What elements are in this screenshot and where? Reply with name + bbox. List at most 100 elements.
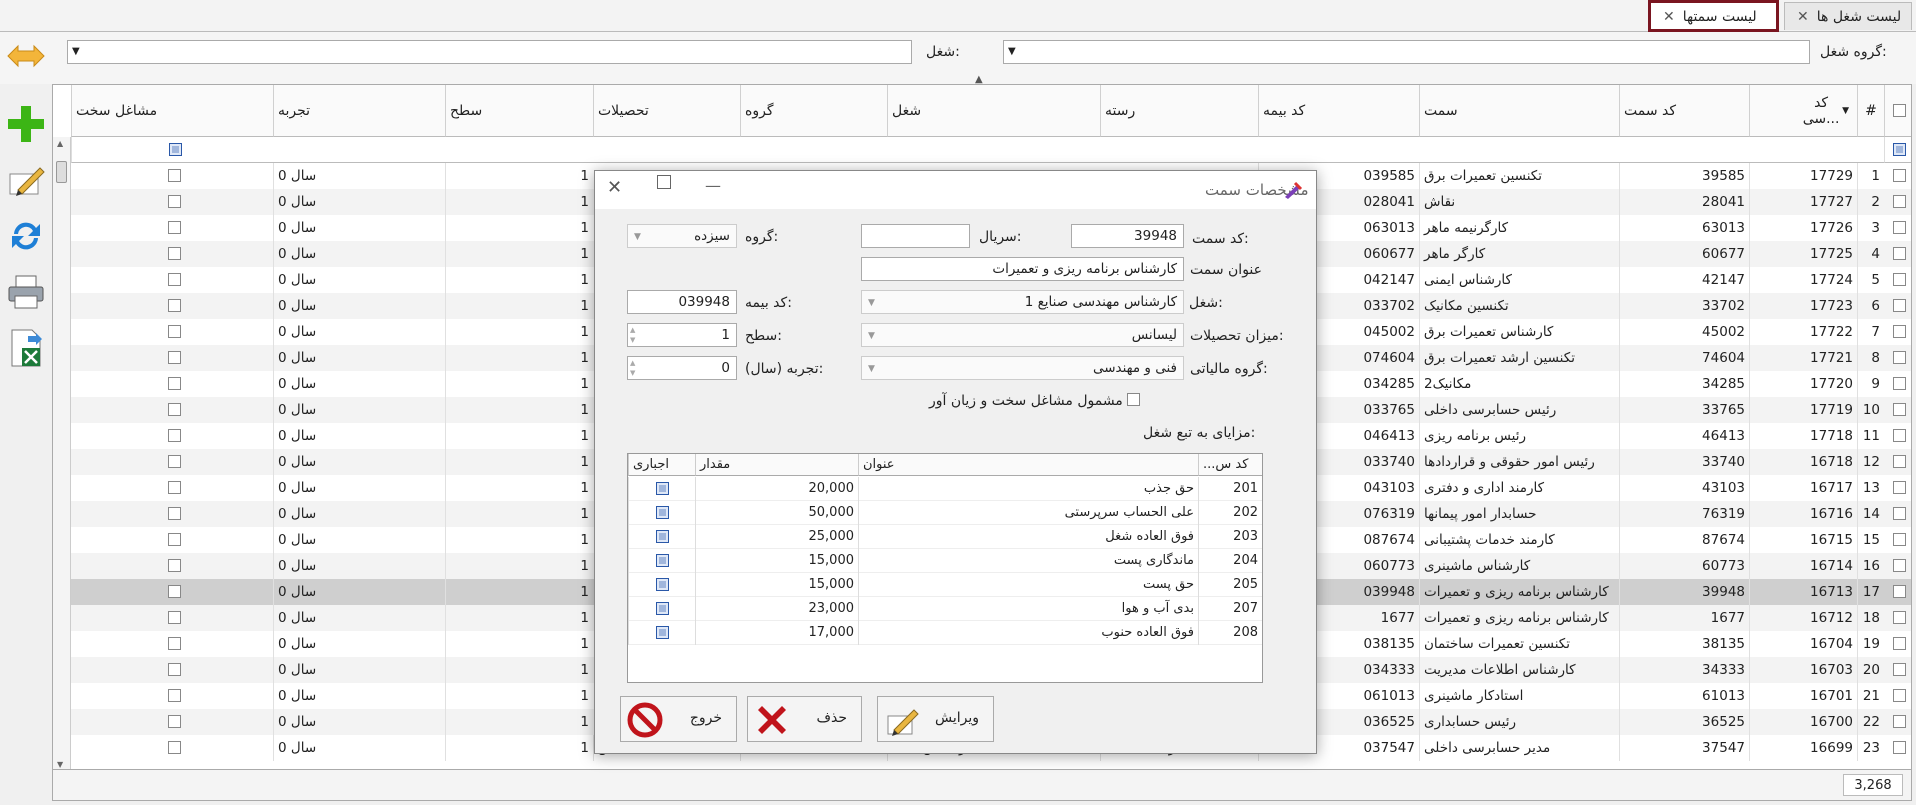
group-select[interactable]: ▼ سیزده [627, 224, 737, 248]
row-select-checkbox[interactable] [1893, 637, 1906, 650]
title-field[interactable]: کارشناس برنامه ریزی و تعمیرات [861, 257, 1184, 281]
col-hard-jobs[interactable]: مشاغل سخت [71, 85, 273, 137]
close-icon[interactable]: ✕ [607, 177, 622, 198]
mandatory-checkbox[interactable] [656, 554, 669, 567]
row-select-checkbox[interactable] [1893, 299, 1906, 312]
benefit-row[interactable]: 207 بدی آب و هوا 23,000 [628, 597, 1262, 621]
row-select-checkbox[interactable] [1893, 741, 1906, 754]
row-select-checkbox[interactable] [1893, 429, 1906, 442]
row-select-checkbox[interactable] [1893, 273, 1906, 286]
mandatory-checkbox[interactable] [656, 626, 669, 639]
row-select-checkbox[interactable] [1893, 377, 1906, 390]
hard-job-checkbox[interactable] [168, 715, 181, 728]
col-category[interactable]: رسته [1100, 85, 1258, 137]
hard-job-checkbox[interactable] [168, 585, 181, 598]
swap-button[interactable] [6, 36, 46, 76]
hard-job-checkbox[interactable] [168, 429, 181, 442]
delete-button[interactable]: حذف [747, 696, 862, 742]
hard-job-checkbox[interactable] [168, 559, 181, 572]
benefit-row[interactable]: 202 علی الحساب سرپرستی 50,000 [628, 501, 1262, 525]
bcol-amount[interactable]: مقدار [695, 454, 858, 476]
benefit-row[interactable]: 208 فوق العاده حنوب 17,000 [628, 621, 1262, 645]
mandatory-checkbox[interactable] [656, 506, 669, 519]
row-select-checkbox[interactable] [1893, 533, 1906, 546]
col-sys-code[interactable]: کد سی... ▼ [1749, 85, 1857, 137]
close-icon[interactable]: ✕ [1797, 9, 1809, 25]
hard-job-checkbox[interactable] [168, 299, 181, 312]
benefit-row[interactable]: 203 فوق العاده شغل 25,000 [628, 525, 1262, 549]
col-job[interactable]: شغل [887, 85, 1100, 137]
col-position[interactable]: سمت [1419, 85, 1619, 137]
row-select-checkbox[interactable] [1893, 559, 1906, 572]
col-num[interactable]: # [1857, 85, 1884, 137]
hard-job-checkbox[interactable] [168, 221, 181, 234]
spin-arrows-icon[interactable]: ▲ ▼ [630, 325, 635, 345]
hard-job-checkbox[interactable] [168, 507, 181, 520]
row-select-checkbox[interactable] [1893, 195, 1906, 208]
row-select-checkbox[interactable] [1893, 481, 1906, 494]
col-insurance-code[interactable]: کد بیمه [1258, 85, 1419, 137]
level-stepper[interactable]: ▲ ▼ 1 [627, 323, 737, 347]
col-group[interactable]: گروه [740, 85, 887, 137]
filter-checkbox[interactable] [1893, 143, 1906, 156]
row-select-checkbox[interactable] [1893, 507, 1906, 520]
scroll-down-icon[interactable]: ▼ [57, 760, 63, 769]
exit-button[interactable]: خروج [620, 696, 737, 742]
edit-button[interactable]: ویرایش [877, 696, 994, 742]
hard-job-checkbox[interactable] [168, 663, 181, 676]
row-select-checkbox[interactable] [1893, 611, 1906, 624]
row-select-checkbox[interactable] [1893, 221, 1906, 234]
row-select-checkbox[interactable] [1893, 247, 1906, 260]
print-button[interactable] [6, 272, 46, 312]
col-position-code[interactable]: کد سمت [1619, 85, 1749, 137]
row-select-checkbox[interactable] [1893, 689, 1906, 702]
row-select-checkbox[interactable] [1893, 351, 1906, 364]
experience-stepper[interactable]: ▲ ▼ 0 [627, 356, 737, 380]
bcol-mandatory[interactable]: اجباری [628, 454, 695, 476]
row-select-checkbox[interactable] [1893, 403, 1906, 416]
bcol-code[interactable]: ...کد س [1198, 454, 1262, 476]
row-select-checkbox[interactable] [1893, 585, 1906, 598]
benefit-row[interactable]: 201 حق جذب 20,000 [628, 477, 1262, 501]
spin-arrows-icon[interactable]: ▲ ▼ [630, 358, 635, 378]
col-experience[interactable]: تجربه [273, 85, 445, 137]
mandatory-checkbox[interactable] [656, 482, 669, 495]
hard-job-checkbox[interactable] [168, 169, 181, 182]
hard-job-checkbox[interactable] [168, 351, 181, 364]
select-all-checkbox[interactable] [1892, 104, 1906, 117]
hard-job-checkbox[interactable] [168, 273, 181, 286]
close-icon[interactable]: ✕ [1663, 9, 1675, 25]
minimize-icon[interactable]: — [705, 176, 721, 195]
education-select[interactable]: ▼ لیسانس [861, 323, 1184, 347]
col-level[interactable]: سطح [445, 85, 593, 137]
tab-job-list[interactable]: ✕ لیست شغل ها [1784, 2, 1912, 30]
code-field[interactable]: 39948 [1071, 224, 1184, 248]
tax-group-select[interactable]: ▼ فنی و مهندسی [861, 356, 1184, 380]
hard-job-checkbox[interactable] [168, 247, 181, 260]
job-select[interactable]: ▼ کارشناس مهندسی صنایع 1 [861, 290, 1184, 314]
hard-job-checkbox[interactable] [168, 455, 181, 468]
job-select[interactable]: ▼ [67, 40, 912, 64]
scroll-thumb[interactable] [56, 161, 67, 183]
hard-job-checkbox[interactable] [168, 689, 181, 702]
mandatory-checkbox[interactable] [656, 530, 669, 543]
hard-job-checkbox[interactable] [168, 741, 181, 754]
tab-position-list[interactable]: ✕ لیست سمتها [1648, 0, 1779, 32]
add-button[interactable] [6, 104, 46, 144]
vertical-scrollbar[interactable]: ▲ ▼ [53, 137, 71, 769]
row-select-checkbox[interactable] [1893, 325, 1906, 338]
filter-row[interactable] [71, 137, 1884, 163]
hard-job-checkbox[interactable] [1127, 393, 1140, 406]
hard-job-checkbox[interactable] [168, 533, 181, 546]
maximize-icon[interactable] [657, 175, 671, 189]
hard-job-checkbox[interactable] [168, 611, 181, 624]
hard-job-checkbox[interactable] [168, 195, 181, 208]
mandatory-checkbox[interactable] [656, 578, 669, 591]
scroll-up-icon[interactable]: ▲ [57, 139, 63, 148]
insurance-field[interactable]: 039948 [627, 290, 737, 314]
row-select-checkbox[interactable] [1893, 169, 1906, 182]
hard-job-checkbox[interactable] [168, 325, 181, 338]
hard-job-checkbox[interactable] [168, 481, 181, 494]
benefit-row[interactable]: 204 ماندگاری پست 15,000 [628, 549, 1262, 573]
bcol-title[interactable]: عنوان [858, 454, 1198, 476]
